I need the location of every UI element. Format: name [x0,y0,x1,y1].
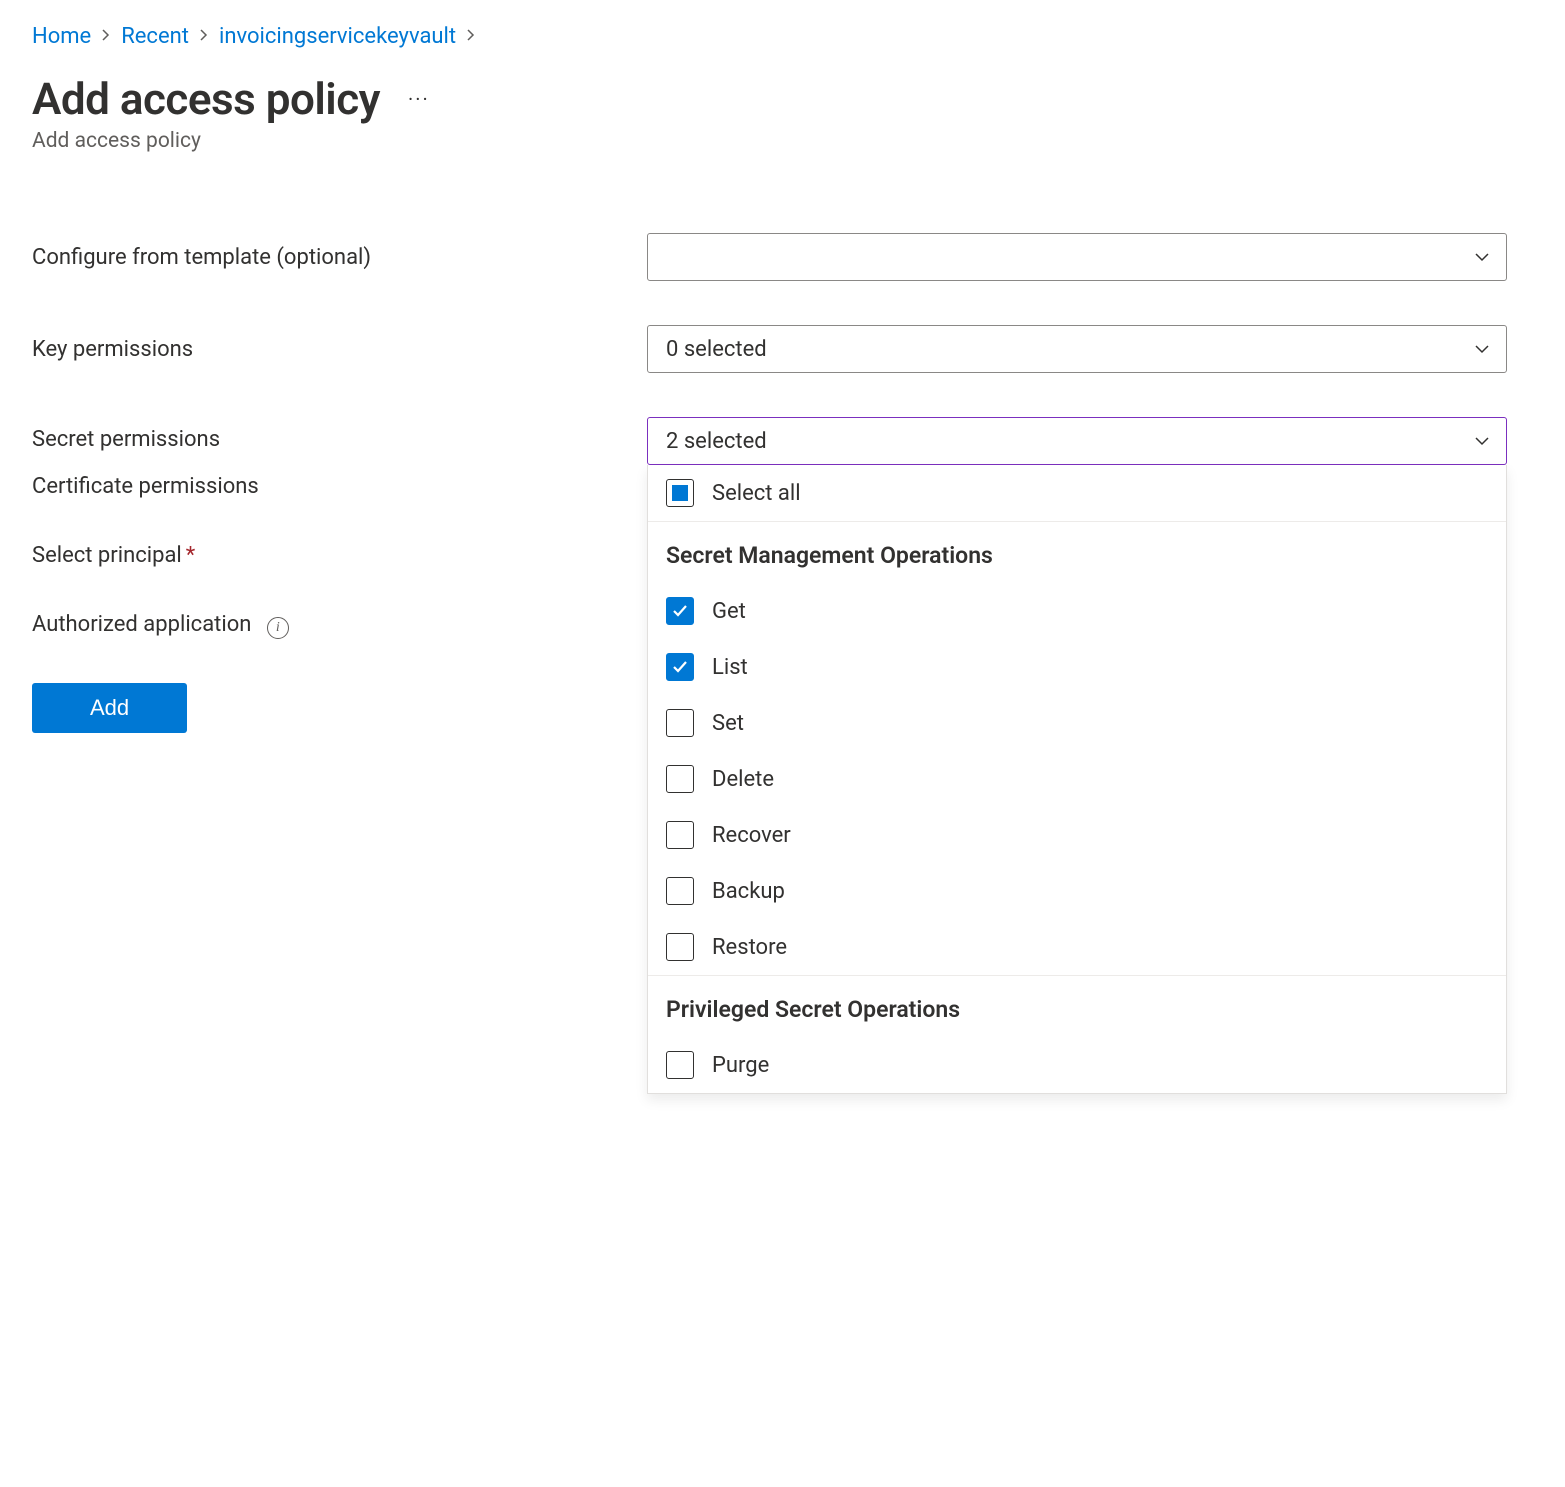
secret-mgmt-option[interactable]: Backup [648,863,1506,919]
key-permissions-value: 0 selected [666,337,767,362]
select-all-checkbox[interactable] [666,479,694,507]
select-all-label: Select all [712,481,801,506]
template-select[interactable] [647,233,1507,281]
secret-mgmt-option[interactable]: Get [648,583,1506,639]
info-icon[interactable]: i [267,617,289,639]
secret-mgmt-option-label: Backup [712,879,785,904]
more-actions-icon[interactable]: ··· [408,87,430,111]
secret-mgmt-option-label: Delete [712,767,774,792]
certificate-permissions-label: Certificate permissions [32,474,647,499]
secret-mgmt-checkbox[interactable] [666,709,694,737]
authorized-application-label: Authorized application i [32,612,647,639]
secret-mgmt-option-label: Set [712,711,744,736]
secret-mgmt-checkbox[interactable] [666,877,694,905]
secret-mgmt-option[interactable]: Delete [648,751,1506,807]
secret-mgmt-option-label: List [712,655,748,680]
secret-mgmt-checkbox[interactable] [666,933,694,961]
page-subtitle: Add access policy [32,129,1533,153]
secret-permissions-value: 2 selected [666,429,767,454]
key-permissions-label: Key permissions [32,337,647,362]
secret-mgmt-option[interactable]: List [648,639,1506,695]
secret-mgmt-option-label: Recover [712,823,791,848]
chevron-right-icon [101,26,111,47]
secret-priv-checkbox[interactable] [666,1051,694,1079]
page-title: Add access policy [32,73,380,125]
secret-permissions-select[interactable]: 2 selected [647,417,1507,465]
secret-mgmt-option-label: Get [712,599,746,624]
template-label: Configure from template (optional) [32,245,647,270]
breadcrumb: Home Recent invoicingservicekeyvault [32,24,1533,49]
secret-mgmt-option[interactable]: Set [648,695,1506,751]
dropdown-section-management: Secret Management Operations [648,522,1506,583]
breadcrumb-home[interactable]: Home [32,24,91,49]
access-policy-form: Configure from template (optional) Key p… [32,233,1533,733]
chevron-down-icon [1472,339,1492,359]
secret-mgmt-checkbox[interactable] [666,653,694,681]
key-permissions-select[interactable]: 0 selected [647,325,1507,373]
secret-mgmt-option-label: Restore [712,935,787,960]
select-all-option[interactable]: Select all [648,465,1506,521]
chevron-right-icon [199,26,209,47]
chevron-right-icon [466,26,476,47]
secret-priv-option-label: Purge [712,1053,769,1078]
secret-permissions-label: Secret permissions [32,417,647,452]
secret-priv-option[interactable]: Purge [648,1037,1506,1093]
select-principal-label: Select principal* [32,543,647,568]
chevron-down-icon [1472,431,1492,451]
chevron-down-icon [1472,247,1492,267]
required-indicator: * [186,543,195,568]
secret-permissions-dropdown: Select all Secret Management Operations … [647,465,1507,1094]
secret-mgmt-option[interactable]: Restore [648,919,1506,975]
secret-mgmt-checkbox[interactable] [666,597,694,625]
breadcrumb-resource[interactable]: invoicingservicekeyvault [219,24,456,49]
secret-mgmt-option[interactable]: Recover [648,807,1506,863]
dropdown-section-privileged: Privileged Secret Operations [648,976,1506,1037]
secret-mgmt-checkbox[interactable] [666,765,694,793]
breadcrumb-recent[interactable]: Recent [121,24,189,49]
secret-mgmt-checkbox[interactable] [666,821,694,849]
add-button[interactable]: Add [32,683,187,733]
